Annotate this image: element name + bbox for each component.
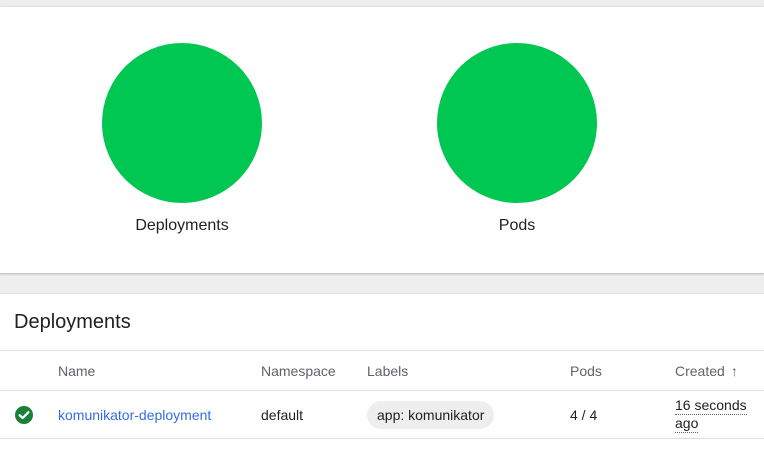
column-header-name[interactable]: Name [58, 351, 95, 390]
deployments-table-card: Deployments Name Namespace Labels Pods C… [0, 293, 764, 452]
name-cell: komunikator-deployment [58, 391, 211, 438]
created-line-2: ago [675, 414, 699, 433]
pods-running-slice [437, 43, 597, 203]
column-header-created-text: Created [675, 362, 725, 379]
created-line-1: 16 seconds [675, 396, 747, 415]
column-header-labels-text: Labels [367, 362, 409, 379]
column-header-pods: Pods [570, 351, 602, 390]
workload-status-card: Deployments Pods [0, 6, 764, 273]
table-header: Name Namespace Labels Pods Created ↑ [0, 350, 764, 391]
deployments-status-chart[interactable]: Deployments [72, 43, 292, 235]
pods-chart-label: Pods [498, 217, 536, 234]
deployments-running-slice [102, 43, 262, 203]
table-title: Deployments [14, 311, 131, 333]
label-chip[interactable]: app: komunikator [367, 400, 495, 429]
column-header-pods-text: Pods [570, 362, 602, 379]
pods-status-chart[interactable]: Pods [407, 43, 627, 235]
deployments-chart-label: Deployments [135, 217, 229, 234]
arrow-up-icon[interactable]: ↑ [731, 363, 738, 379]
created-cell: 16 seconds ago [675, 391, 747, 438]
deployments-pie-chart [102, 43, 262, 203]
status-cell [14, 391, 34, 438]
labels-cell: app: komunikator [367, 391, 495, 438]
column-header-labels: Labels [367, 351, 408, 390]
column-header-namespace[interactable]: Namespace [261, 351, 336, 390]
check-circle-icon [15, 405, 33, 424]
deployment-name-link[interactable]: komunikator-deployment [58, 407, 211, 423]
pods-pie-chart [437, 43, 597, 203]
created-timestamp[interactable]: 16 seconds ago [675, 397, 747, 433]
column-header-created[interactable]: Created ↑ [675, 351, 738, 390]
namespace-cell: default [261, 406, 304, 423]
table-row: komunikator-deployment default app: komu… [0, 391, 764, 439]
pods-cell: 4 / 4 [570, 406, 598, 423]
